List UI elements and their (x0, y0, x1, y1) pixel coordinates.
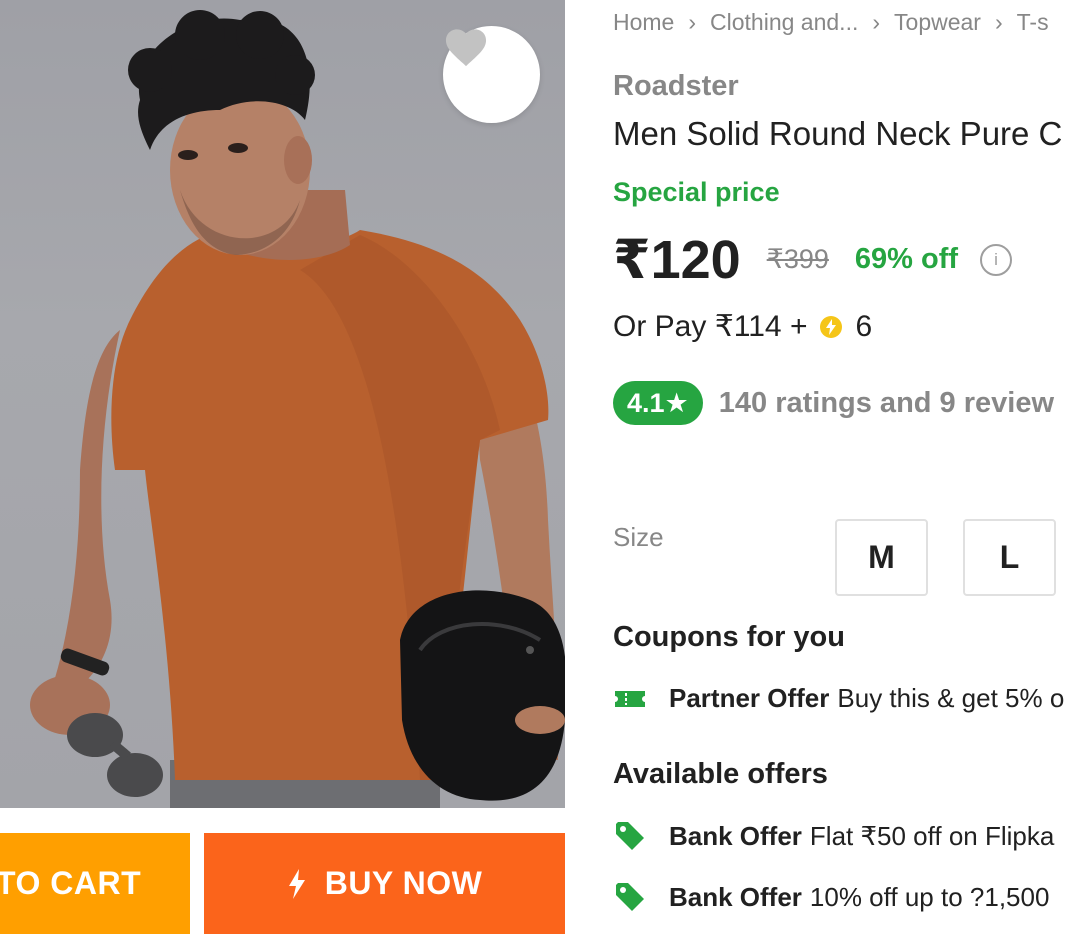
product-title: Men Solid Round Neck Pure C (613, 115, 1063, 152)
size-label: Size (613, 522, 664, 552)
original-price: ₹399 (766, 244, 829, 274)
breadcrumb-clothing[interactable]: Clothing and... (710, 9, 858, 35)
offer-item[interactable]: Bank Offer 10% off up to ?1,500 (613, 881, 1049, 913)
selling-price: ₹120 (613, 230, 741, 290)
brand-name[interactable]: Roadster (613, 70, 739, 103)
product-details: Home › Clothing and... › Topwear › T-s Roadste… (613, 0, 1080, 934)
add-to-cart-label: TO CART (0, 865, 142, 901)
coupon-text: Buy this & get 5% o (837, 683, 1065, 713)
pay-with-coins-text: Or Pay ₹114 + (613, 310, 808, 343)
product-image[interactable] (0, 0, 565, 808)
available-offers-title: Available offers (613, 758, 828, 790)
wishlist-button[interactable] (443, 26, 540, 123)
price-row: ₹120 ₹399 69% off i (613, 228, 1013, 291)
supercoin-icon (819, 315, 843, 339)
rating-badge: 4.1★ (613, 381, 703, 425)
breadcrumb-separator: › (872, 9, 881, 35)
special-price-label: Special price (613, 177, 780, 207)
size-option-m[interactable]: M (835, 519, 928, 596)
coupon-type: Partner Offer (669, 683, 830, 713)
offer-type: Bank Offer (669, 881, 802, 912)
ticket-icon (613, 688, 647, 710)
rating-row[interactable]: 4.1★ 140 ratings and 9 review (613, 381, 1054, 425)
tag-icon (613, 881, 647, 913)
breadcrumb: Home › Clothing and... › Topwear › T-s (613, 9, 1049, 36)
supercoin-price-row: Or Pay ₹114 + 6 (613, 309, 872, 344)
add-to-cart-button[interactable]: TO CART (0, 833, 190, 934)
breadcrumb-separator: › (688, 9, 697, 35)
buy-now-label: BUY NOW (324, 865, 483, 901)
breadcrumb-tshirts[interactable]: T-s (1017, 9, 1049, 35)
breadcrumb-home[interactable]: Home (613, 9, 674, 35)
coupon-item[interactable]: Partner Offer Buy this & get 5% o (613, 683, 1064, 714)
offer-text: 10% off up to ?1,500 (809, 881, 1050, 912)
tag-icon (613, 820, 647, 852)
discount-percent: 69% off (854, 243, 959, 275)
coupons-title: Coupons for you (613, 621, 845, 653)
offer-text: Flat ₹50 off on Flipka (809, 820, 1055, 851)
size-option-l[interactable]: L (963, 519, 1056, 596)
buy-now-button[interactable]: BUY NOW (204, 833, 565, 934)
offer-item[interactable]: Bank Offer Flat ₹50 off on Flipka (613, 820, 1054, 852)
supercoin-count: 6 (855, 309, 873, 343)
info-icon[interactable]: i (980, 243, 1013, 276)
breadcrumb-separator: › (994, 9, 1003, 35)
breadcrumb-topwear[interactable]: Topwear (894, 9, 981, 35)
ratings-count: 140 ratings and 9 review (718, 386, 1055, 419)
offer-type: Bank Offer (669, 820, 802, 851)
lightning-icon (287, 868, 307, 899)
